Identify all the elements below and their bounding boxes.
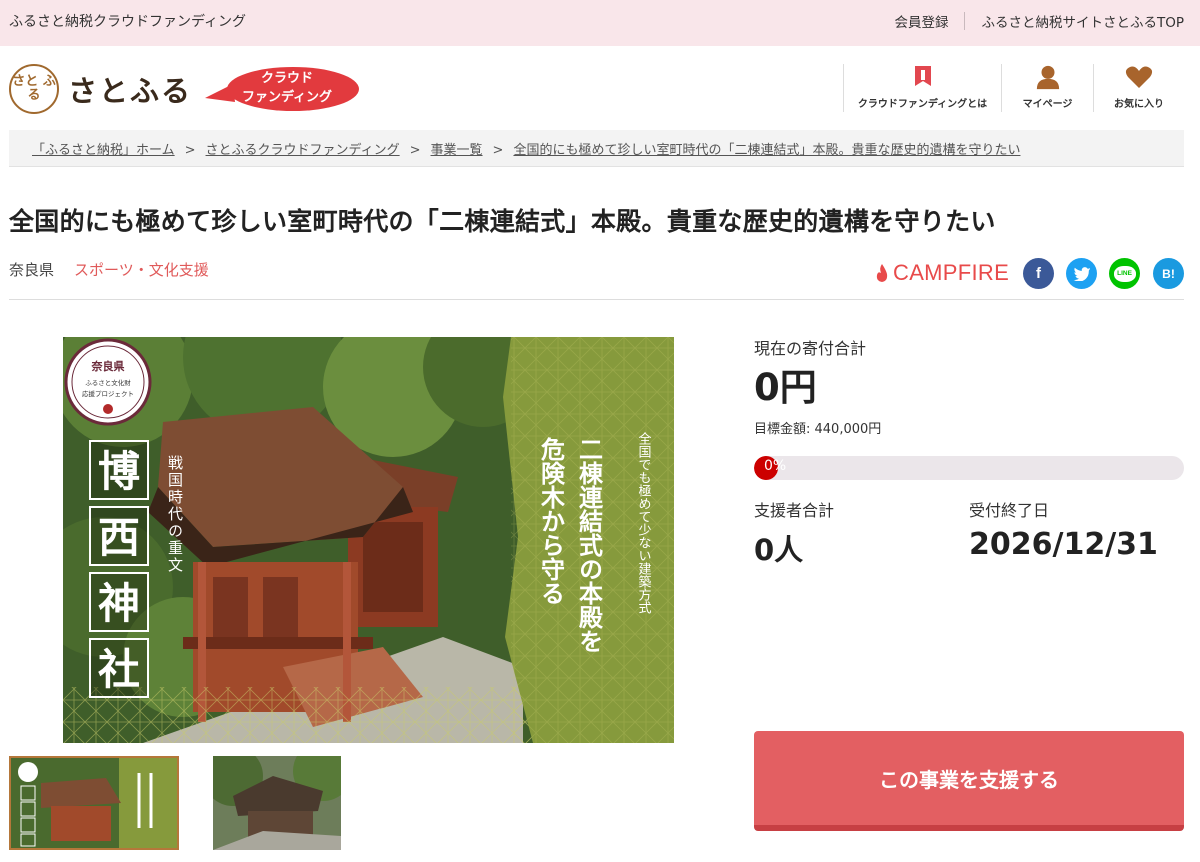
thumbnail-1[interactable]	[9, 756, 179, 850]
breadcrumb-home[interactable]: 「ふるさと納税」ホーム	[32, 143, 175, 158]
shrine-illustration: 奈良県 ふるさと文化財 応援プロジェクト 戦国時代の重文 博 西 神 社 全国で…	[63, 337, 674, 743]
thumbnail-2[interactable]	[213, 756, 341, 850]
nav-favorites[interactable]: お気に入り	[1093, 64, 1184, 112]
campfire-text: CAMPFIRE	[893, 260, 1010, 285]
breadcrumb: 「ふるさと納税」ホーム > さとふるクラウドファンディング > 事業一覧 > 全国的にも極め…	[9, 130, 1184, 167]
facebook-share-button[interactable]: f	[1023, 258, 1054, 289]
badge-text-line1: クラウド	[260, 71, 313, 86]
breadcrumb-projects[interactable]: 事業一覧	[431, 143, 483, 158]
prefecture-label: 奈良県	[9, 261, 55, 279]
thumbnail-image-2	[213, 756, 341, 850]
shrine-char-1: 博	[98, 447, 140, 496]
nav-about-crowdfunding[interactable]: クラウドファンディングとは	[843, 64, 1001, 112]
twitter-icon	[1073, 267, 1090, 281]
current-donation-label: 現在の寄付合計	[754, 339, 867, 358]
breadcrumb-current[interactable]: 全国的にも極めて珍しい室町時代の「二棟連結式」本殿。貴重な歴史的遺構を守りたい	[513, 143, 1020, 158]
badge-text: クラウド ファンディング	[227, 69, 347, 107]
hatena-bookmark-button[interactable]: B!	[1153, 258, 1184, 289]
project-title: 全国的にも極めて珍しい室町時代の「二棟連結式」本殿。貴重な歴史的遺構を守りたい	[9, 207, 996, 236]
image-badge-line1: ふるさと文化財	[85, 378, 131, 387]
hatena-icon: B!	[1162, 266, 1175, 281]
supporters-value: 0人	[754, 533, 804, 567]
supporters-label: 支援者合計	[754, 501, 835, 520]
link-divider	[964, 12, 966, 30]
nav-label: マイページ	[1022, 99, 1073, 110]
site-name: ふるさと納税クラウドファンディング	[9, 14, 247, 30]
deadline-label: 受付終了日	[969, 501, 1050, 520]
target-amount: 目標金額: 440,000円	[754, 422, 882, 437]
shrine-char-2: 西	[98, 513, 140, 562]
logo-seal: さと ふる	[9, 64, 59, 114]
logo-text: さとふる	[68, 74, 193, 108]
progress-bar: 0%	[754, 456, 1184, 480]
project-main-image[interactable]: 奈良県 ふるさと文化財 応援プロジェクト 戦国時代の重文 博 西 神 社 全国で…	[63, 337, 674, 743]
progress-percent: 0%	[764, 458, 787, 474]
satofull-top-link[interactable]: ふるさと納税サイトさとふるTOP	[981, 11, 1184, 31]
header-nav: クラウドファンディングとは マイページ お気に入り	[843, 64, 1184, 112]
image-right-main-2: 危険木から守る	[537, 436, 566, 605]
support-project-button[interactable]: この事業を支援する	[754, 731, 1184, 831]
project-meta: 奈良県 スポーツ・文化支援	[9, 259, 209, 280]
category-link[interactable]: スポーツ・文化支援	[74, 261, 209, 279]
breadcrumb-crowdfunding[interactable]: さとふるクラウドファンディング	[206, 143, 400, 158]
nav-label: お気に入り	[1114, 99, 1164, 110]
member-register-link[interactable]: 会員登録	[894, 11, 948, 31]
top-links: 会員登録 ふるさと納税サイトさとふるTOP	[894, 11, 1184, 31]
shrine-char-3: 神	[98, 579, 140, 628]
breadcrumb-arrow: >	[184, 143, 196, 158]
top-bar: ふるさと納税クラウドファンディング 会員登録 ふるさと納税サイトさとふるTOP	[0, 0, 1200, 46]
deadline-value: 2026/12/31	[969, 527, 1158, 562]
site-header: さと ふる さとふる クラウド ファンディング クラウドファンディングとは マイ…	[0, 46, 1200, 130]
title-divider	[9, 299, 1184, 300]
image-badge-pref: 奈良県	[91, 359, 125, 373]
flag-icon	[914, 66, 931, 86]
nav-label: クラウドファンディングとは	[857, 99, 988, 110]
facebook-icon: f	[1036, 265, 1041, 282]
crowdfunding-badge: クラウド ファンディング	[205, 66, 359, 112]
person-icon	[1036, 65, 1059, 90]
badge-text-line2: ファンディング	[241, 90, 333, 105]
image-era-text: 戦国時代の重文	[166, 455, 184, 574]
nav-mypage[interactable]: マイページ	[1001, 64, 1093, 112]
heart-icon	[1125, 66, 1153, 88]
image-badge-line2: 応援プロジェクト	[82, 389, 134, 398]
shrine-char-4: 社	[98, 645, 140, 694]
image-right-main-1: 二棟連結式の本殿を	[575, 437, 604, 653]
campfire-logo[interactable]: CAMPFIRE	[874, 260, 1009, 286]
line-icon: LINE	[1113, 265, 1136, 282]
line-share-button[interactable]: LINE	[1109, 258, 1140, 289]
current-donation-value: 0円	[754, 366, 817, 409]
breadcrumb-arrow: >	[409, 143, 421, 158]
site-logo[interactable]: さと ふる さとふる	[9, 64, 192, 114]
image-right-small: 全国でも極めて少ない建築方式	[636, 431, 652, 614]
thumbnail-image-1	[11, 758, 177, 848]
breadcrumb-arrow: >	[492, 143, 504, 158]
flame-icon	[876, 264, 888, 282]
twitter-share-button[interactable]	[1066, 258, 1097, 289]
